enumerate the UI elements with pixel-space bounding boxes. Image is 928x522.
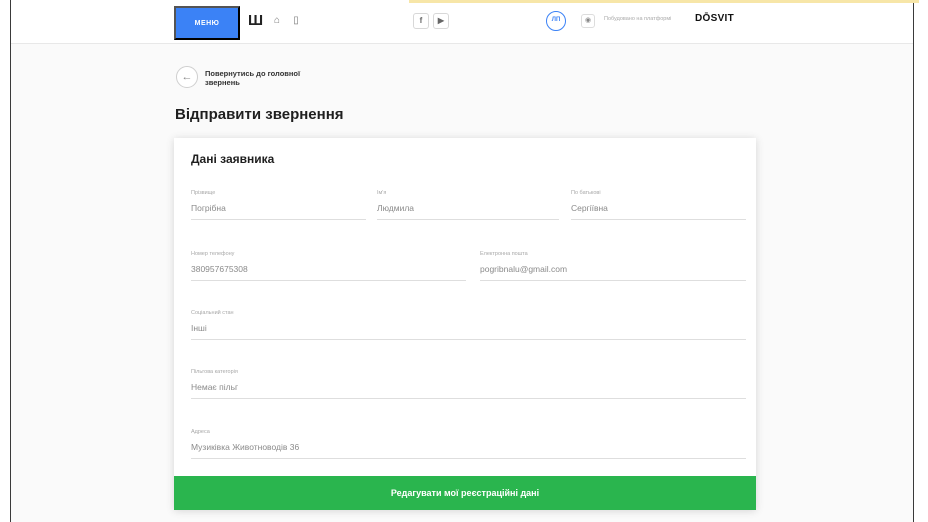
field-value: Немає пільг xyxy=(191,382,239,392)
field-value: Людмила xyxy=(377,203,415,213)
menu-button[interactable]: МЕНЮ xyxy=(174,6,240,40)
language-switch[interactable]: ЛП xyxy=(546,11,566,31)
field-label: Пільгова категорія xyxy=(191,369,238,375)
page-frame: МЕНЮ Ш ⌂ ▯ f ▶ ЛП ◉ Побудовано на платфо… xyxy=(10,0,919,522)
field-label: Ім'я xyxy=(377,190,387,196)
field-value: 380957675308 xyxy=(191,264,248,274)
social-status-field[interactable]: Соціальний стан Інші xyxy=(191,310,746,340)
field-value: Музиківка Животноводів 36 xyxy=(191,442,300,452)
phone-field[interactable]: Номер телефону 380957675308 xyxy=(191,251,466,281)
platform-credit-text: Побудовано на платформі xyxy=(604,16,672,22)
address-field[interactable]: Адреса Музиківка Животноводів 36 xyxy=(191,429,746,459)
field-label: Номер телефону xyxy=(191,251,235,257)
field-label: Соціальний стан xyxy=(191,310,234,316)
surname-field[interactable]: Прізвище Погрібна xyxy=(191,190,366,220)
top-navigation-bar: МЕНЮ Ш ⌂ ▯ f ▶ ЛП ◉ Побудовано на платфо… xyxy=(11,0,919,44)
field-label: По батькові xyxy=(571,190,601,196)
mobile-icon[interactable]: ▯ xyxy=(290,15,302,27)
accessibility-eye-icon[interactable]: ◉ xyxy=(581,14,595,28)
patronymic-field[interactable]: По батькові Сергіївна xyxy=(571,190,746,220)
email-field[interactable]: Електронна пошта pogribnalu@gmail.com xyxy=(480,251,746,281)
notice-strip xyxy=(409,0,919,3)
benefit-category-field[interactable]: Пільгова категорія Немає пільг xyxy=(191,369,746,399)
platform-logo[interactable]: DŌSVIT xyxy=(695,13,734,24)
back-link[interactable]: Повернутись до головної звернень xyxy=(205,69,315,87)
back-arrow-icon[interactable]: ← xyxy=(176,66,198,88)
field-label: Адреса xyxy=(191,429,210,435)
field-label: Прізвище xyxy=(191,190,216,196)
field-label: Електронна пошта xyxy=(480,251,528,257)
applicant-card: Дані заявника Прізвище Погрібна Ім'я Люд… xyxy=(174,138,756,510)
name-field[interactable]: Ім'я Людмила xyxy=(377,190,559,220)
trident-logo-icon[interactable]: Ш xyxy=(248,12,263,30)
field-value: pogribnalu@gmail.com xyxy=(480,264,568,274)
facebook-icon[interactable]: f xyxy=(413,13,429,29)
card-title: Дані заявника xyxy=(191,152,275,166)
page-title: Відправити звернення xyxy=(175,106,344,123)
home-icon[interactable]: ⌂ xyxy=(271,15,283,27)
youtube-icon[interactable]: ▶ xyxy=(433,13,449,29)
field-value: Сергіївна xyxy=(571,203,608,213)
field-value: Інші xyxy=(191,323,207,333)
field-value: Погрібна xyxy=(191,203,226,213)
edit-registration-button[interactable]: Редагувати мої реєстраційні дані xyxy=(174,476,756,510)
